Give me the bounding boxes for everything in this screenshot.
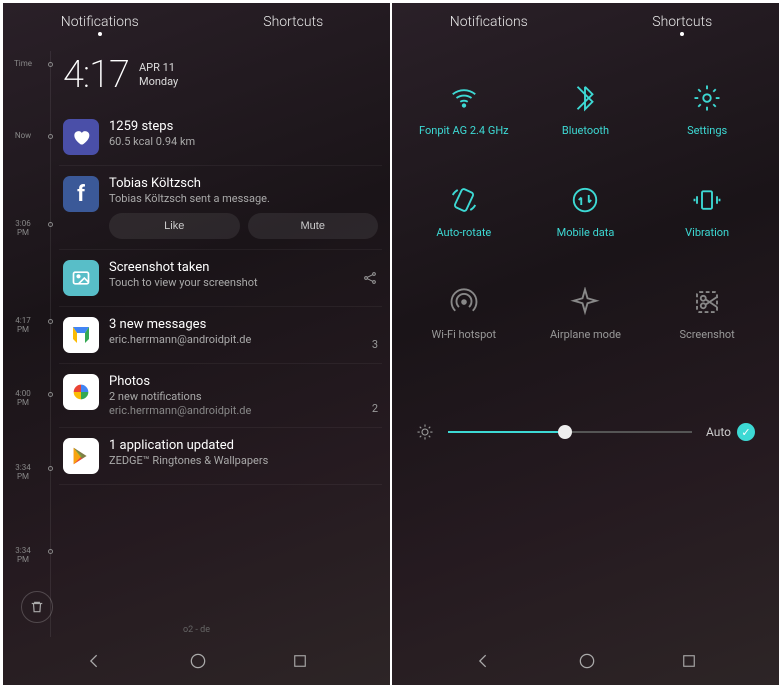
notification-count: 3	[372, 338, 378, 353]
shortcut-wifi[interactable]: Fonpit AG 2.4 GHz	[406, 61, 522, 157]
tabs: Notifications Shortcuts	[3, 3, 390, 41]
shortcut-rotate[interactable]: Auto-rotate	[406, 163, 522, 259]
shortcut-vibration[interactable]: Vibration	[649, 163, 765, 259]
shortcut-label: Screenshot	[680, 328, 735, 341]
shortcut-label: Auto-rotate	[436, 226, 491, 239]
shortcut-screenshot[interactable]: Screenshot	[649, 265, 765, 361]
nav-recent[interactable]	[291, 652, 309, 670]
navbar	[3, 637, 390, 685]
share-icon[interactable]	[362, 270, 378, 286]
notification-subtitle: Touch to view your screenshot	[109, 276, 362, 289]
notification-fb[interactable]: f Tobias KöltzschTobias Költzsch sent a m…	[59, 166, 382, 250]
tab-shortcuts[interactable]: Shortcuts	[197, 14, 391, 30]
gallery-icon	[63, 260, 99, 296]
timeline-label: Now	[3, 131, 43, 140]
notification-subtitle: 2 new notifications	[109, 390, 372, 403]
shortcut-bt[interactable]: Bluetooth	[528, 61, 644, 157]
timeline-label: 4:17PM	[3, 316, 43, 334]
notification-subtitle2: eric.herrmann@androidpit.de	[109, 404, 372, 417]
clock-time: 4:17	[63, 53, 129, 97]
health-icon	[63, 119, 99, 155]
carrier-label: o2 - de	[183, 625, 210, 635]
bluetooth-icon	[567, 80, 603, 116]
inbox-icon	[63, 317, 99, 353]
notification-subtitle: ZEDGE™ Ringtones & Wallpapers	[109, 454, 378, 467]
nav-back[interactable]	[474, 651, 494, 671]
data-icon	[567, 182, 603, 218]
shortcut-airplane[interactable]: Airplane mode	[528, 265, 644, 361]
nav-recent[interactable]	[680, 652, 698, 670]
shortcut-mobile[interactable]: Mobile data	[528, 163, 644, 259]
notification-steps[interactable]: 1259 steps60.5 kcal 0.94 km	[59, 109, 382, 166]
timeline-label: 3:34PM	[3, 463, 43, 481]
notification-count: 2	[372, 402, 378, 417]
notification-action-mute[interactable]: Mute	[248, 213, 379, 239]
notification-subtitle: Tobias Költzsch sent a message.	[109, 192, 378, 205]
navbar	[392, 637, 779, 685]
timeline-label: 3:06PM	[3, 219, 43, 237]
brightness-auto-toggle[interactable]: ✓	[737, 423, 755, 441]
notification-title: Tobias Költzsch	[109, 176, 378, 191]
timeline-label: Time	[3, 59, 43, 68]
shortcut-settings[interactable]: Settings	[649, 61, 765, 157]
brightness-auto-label: Auto	[706, 425, 731, 439]
shortcut-label: Airplane mode	[550, 328, 621, 341]
notification-subtitle: eric.herrmann@androidpit.de	[109, 333, 372, 346]
tab-notifications[interactable]: Notifications	[392, 14, 586, 30]
nav-home[interactable]	[188, 651, 208, 671]
gear-icon	[689, 80, 725, 116]
brightness-icon	[416, 423, 434, 441]
notification-title: 1 application updated	[109, 438, 378, 453]
clear-all-button[interactable]	[21, 591, 53, 623]
notification-photos[interactable]: Photos2 new notificationseric.herrmann@a…	[59, 364, 382, 428]
clock-date: APR 11 Monday	[139, 61, 178, 90]
notification-title: 3 new messages	[109, 317, 372, 332]
notification-ss[interactable]: Screenshot takenTouch to view your scree…	[59, 250, 382, 307]
tabs: Notifications Shortcuts	[392, 3, 779, 41]
notification-title: Screenshot taken	[109, 260, 362, 275]
tab-shortcuts[interactable]: Shortcuts	[586, 14, 780, 30]
shortcut-label: Vibration	[685, 226, 729, 239]
shortcut-label: Wi-Fi hotspot	[432, 328, 497, 341]
scissors-icon	[689, 284, 725, 320]
wifi-icon	[446, 80, 482, 116]
nav-home[interactable]	[577, 651, 597, 671]
photos-icon	[63, 374, 99, 410]
shortcut-label: Mobile data	[557, 226, 615, 239]
brightness-slider[interactable]	[448, 431, 692, 433]
shortcut-label: Bluetooth	[562, 124, 609, 137]
notification-action-like[interactable]: Like	[109, 213, 240, 239]
timeline: Time Now 3:06PM 4:17PM 4:00PM 3:34PM 3:34PM	[3, 51, 51, 637]
timeline-label: 4:00PM	[3, 389, 43, 407]
rotate-icon	[446, 182, 482, 218]
play-store-icon	[63, 438, 99, 474]
hotspot-icon	[446, 284, 482, 320]
timeline-label: 3:34PM	[3, 546, 43, 564]
shortcut-label: Settings	[687, 124, 727, 137]
notification-inbox[interactable]: 3 new messageseric.herrmann@androidpit.d…	[59, 307, 382, 364]
notifications-panel: Notifications Shortcuts Time Now 3:06PM 4:1…	[3, 3, 390, 685]
shortcut-hotspot[interactable]: Wi-Fi hotspot	[406, 265, 522, 361]
notification-title: Photos	[109, 374, 372, 389]
shortcuts-panel: Notifications Shortcuts Fonpit AG 2.4 GH…	[392, 3, 779, 685]
shortcut-label: Fonpit AG 2.4 GHz	[419, 124, 509, 137]
airplane-icon	[567, 284, 603, 320]
tab-notifications[interactable]: Notifications	[3, 14, 197, 30]
brightness-row: Auto ✓	[392, 411, 779, 453]
nav-back[interactable]	[85, 651, 105, 671]
notification-title: 1259 steps	[109, 119, 378, 134]
notification-play[interactable]: 1 application updatedZEDGE™ Ringtones & …	[59, 428, 382, 485]
notification-subtitle: 60.5 kcal 0.94 km	[109, 135, 378, 148]
facebook-icon: f	[63, 176, 99, 212]
clock: 4:17 APR 11 Monday	[63, 53, 378, 97]
vibration-icon	[689, 182, 725, 218]
